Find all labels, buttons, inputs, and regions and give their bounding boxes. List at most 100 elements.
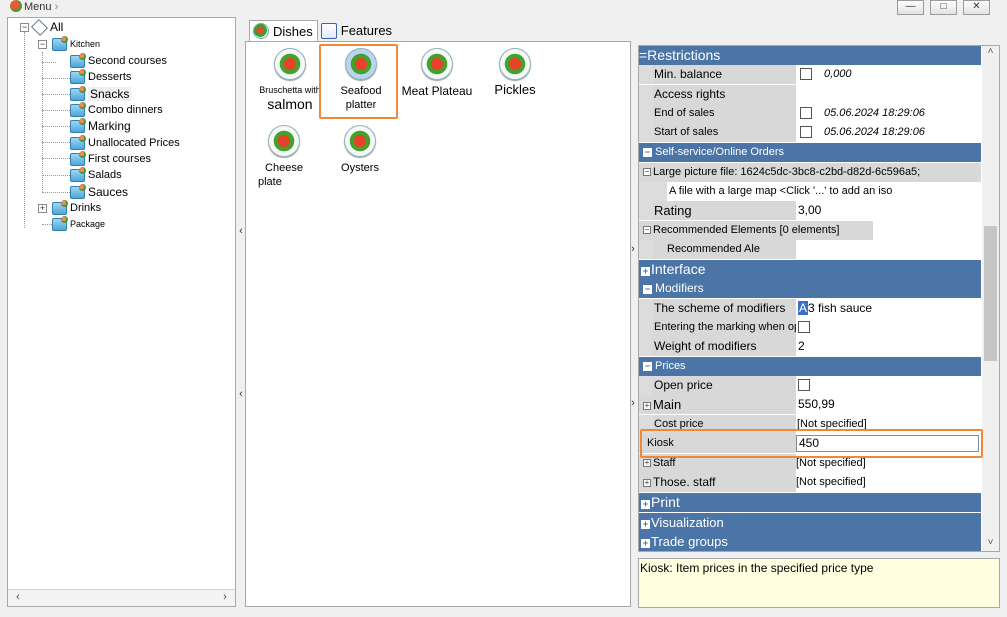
tree-item-sauces[interactable]: Sauces: [70, 183, 128, 200]
folder-icon: [70, 101, 86, 117]
prop-access-rights[interactable]: Access rights: [639, 85, 981, 104]
prop-weight-of-modifiers[interactable]: Weight of modifiers 2: [639, 337, 981, 356]
scroll-left-arrow-icon[interactable]: ‹: [10, 591, 26, 605]
start-of-sales-checkbox[interactable]: [800, 126, 812, 138]
dish-bruschetta-with-salmon[interactable]: Bruschetta with salmon: [251, 48, 329, 111]
dish-icon: [421, 48, 453, 80]
prop-recommended-elements[interactable]: − Recommended Elements [0 elements]: [639, 221, 981, 240]
tree-horizontal-scrollbar[interactable]: ‹ ›: [8, 589, 235, 606]
folder-icon: [70, 85, 86, 101]
tree-item-combo-dinners[interactable]: Combo dinners: [70, 101, 163, 118]
prop-recommended-ale[interactable]: Recommended Ale: [639, 240, 981, 259]
tree-item-all[interactable]: All: [31, 18, 63, 36]
tree-item-kitchen[interactable]: Kitchen: [52, 35, 100, 52]
category-interface[interactable]: + Interface: [639, 260, 981, 279]
prop-those-staff-price[interactable]: + Those. staff [Not specified]: [639, 473, 981, 492]
category-prices[interactable]: − Prices: [639, 357, 981, 376]
expand-icon: +: [641, 499, 650, 509]
prop-rating[interactable]: Rating 3,00: [639, 201, 981, 220]
expand-icon[interactable]: +: [643, 402, 651, 410]
tree-item-snacks[interactable]: Snacks: [70, 85, 132, 102]
collapse-left-arrow-icon[interactable]: ‹: [237, 388, 245, 402]
tree-item-package[interactable]: Package: [52, 215, 105, 232]
prop-main-price[interactable]: + Main 550,99: [639, 395, 981, 414]
collapse-left-arrow-icon[interactable]: ‹: [237, 225, 245, 239]
dish-meat-plateau[interactable]: Meat Plateau: [398, 48, 476, 98]
tree-item-unallocated-prices[interactable]: Unallocated Prices: [70, 134, 180, 151]
tree-line: [42, 94, 70, 95]
prop-open-price[interactable]: Open price: [639, 376, 981, 395]
collapse-icon: −: [643, 361, 652, 371]
expand-icon: +: [641, 538, 650, 548]
folder-icon: [70, 183, 86, 199]
prop-start-of-sales[interactable]: Start of sales 05.06.2024 18:29:06: [639, 123, 981, 142]
prop-min-balance[interactable]: Min. balance 0,000: [639, 65, 981, 84]
category-visualization[interactable]: + Visualization: [639, 513, 981, 532]
tab-features[interactable]: Features: [318, 20, 396, 41]
folder-icon: [70, 150, 86, 166]
tree-item-marking[interactable]: Marking: [70, 117, 131, 134]
entering-marking-checkbox[interactable]: [798, 321, 810, 333]
tree-line: [42, 175, 70, 176]
prop-large-map-hint[interactable]: A file with a large map <Click '...' to …: [639, 182, 981, 201]
tree-line: [42, 126, 70, 127]
expand-icon[interactable]: +: [643, 459, 651, 467]
property-grid-scrollbar[interactable]: ˄ ˅: [982, 46, 999, 551]
maximize-button[interactable]: □: [930, 0, 957, 15]
category-tree[interactable]: − All − Kitchen Second courses Desserts …: [7, 17, 236, 607]
expand-icon: +: [641, 266, 650, 276]
dishes-panel: Bruschetta with salmon Seafood platter M…: [245, 41, 631, 607]
tab-dishes[interactable]: Dishes: [249, 20, 318, 41]
tree-line: [42, 52, 43, 192]
scroll-down-arrow-icon[interactable]: ˅: [982, 537, 999, 551]
folder-icon: [70, 134, 86, 150]
folder-icon: [52, 199, 68, 215]
open-price-checkbox[interactable]: [798, 379, 810, 391]
collapse-icon: −: [643, 147, 652, 157]
property-grid[interactable]: =Restrictions Min. balance 0,000 Access …: [638, 45, 1000, 552]
expand-all-toggle[interactable]: −: [20, 23, 29, 32]
folder-icon: [52, 215, 68, 231]
folder-icon: [70, 166, 86, 182]
category-restrictions[interactable]: =Restrictions: [639, 46, 981, 65]
tree-item-desserts[interactable]: Desserts: [70, 68, 131, 85]
close-button[interactable]: ✕: [963, 0, 990, 15]
prop-end-of-sales[interactable]: End of sales 05.06.2024 18:29:06: [639, 104, 981, 123]
app-icon: [10, 0, 22, 12]
dish-cheese-plate[interactable]: Cheese plate: [248, 125, 320, 189]
scroll-up-arrow-icon[interactable]: ˄: [982, 46, 999, 60]
minimize-button[interactable]: —: [897, 0, 924, 15]
scroll-right-arrow-icon[interactable]: ›: [217, 591, 233, 605]
tree-line: [42, 78, 70, 79]
dish-pickles[interactable]: Pickles: [480, 48, 550, 97]
category-modifiers[interactable]: − Modifiers: [639, 279, 981, 298]
category-self-service[interactable]: − Self-service/Online Orders: [639, 143, 981, 162]
tree-line: [42, 158, 70, 159]
min-balance-checkbox[interactable]: [800, 68, 812, 80]
dish-icon: [499, 48, 531, 80]
prop-scheme-of-modifiers[interactable]: The scheme of modifiers A3 fish sauce: [639, 299, 981, 318]
tree-item-salads[interactable]: Salads: [70, 166, 122, 183]
scrollbar-thumb[interactable]: [984, 226, 997, 361]
collapse-icon[interactable]: −: [643, 168, 651, 176]
end-of-sales-checkbox[interactable]: [800, 107, 812, 119]
expand-drinks-toggle[interactable]: +: [38, 204, 47, 213]
folder-icon: [70, 52, 86, 68]
tree-item-drinks[interactable]: Drinks: [52, 199, 101, 216]
content-tabs: Dishes Features: [249, 20, 396, 41]
tree-item-first-courses[interactable]: First courses: [70, 150, 151, 167]
category-print[interactable]: + Print: [639, 493, 981, 512]
collapse-icon[interactable]: −: [643, 226, 651, 234]
tree-line: [42, 192, 70, 193]
tree-item-second-courses[interactable]: Second courses: [70, 52, 167, 69]
dish-icon: [253, 23, 269, 39]
all-items-icon: [31, 18, 48, 36]
expand-kitchen-toggle[interactable]: −: [38, 40, 47, 49]
expand-icon[interactable]: +: [643, 479, 651, 487]
prop-entering-marking[interactable]: Entering the marking when opl: [639, 318, 981, 337]
dish-oysters[interactable]: Oysters: [324, 125, 396, 175]
folder-icon: [70, 117, 86, 133]
prop-large-picture[interactable]: − Large picture file: 1624c5dc-3bc8-c2bd-…: [639, 163, 981, 182]
category-trade-groups[interactable]: + Trade groups: [639, 532, 981, 551]
dish-icon: [274, 48, 306, 80]
